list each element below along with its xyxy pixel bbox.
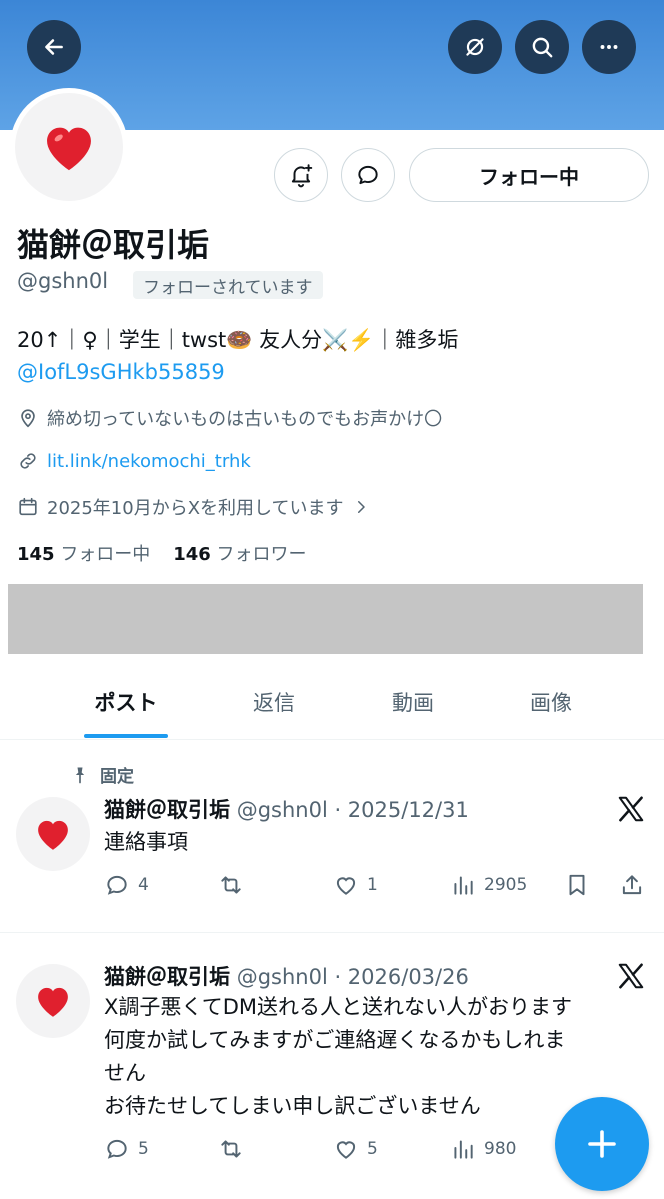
post-text-line: X調子悪くてDM送れる人と送れない人がおります	[104, 995, 573, 1019]
tab-replies[interactable]: 返信	[232, 672, 316, 732]
repost-button[interactable]	[218, 1136, 244, 1162]
followers-label: フォロワー	[216, 544, 307, 565]
notification-button[interactable]	[274, 148, 328, 202]
reply-count: 4	[138, 875, 149, 895]
reply-button[interactable]: 4	[104, 872, 149, 898]
reply-icon	[107, 875, 127, 895]
views-button[interactable]: 2905	[450, 872, 527, 898]
followers-count: 146	[173, 544, 211, 565]
like-button[interactable]: 5	[333, 1136, 378, 1162]
post-text-line: せん	[104, 1061, 146, 1085]
calendar-icon	[19, 497, 37, 516]
bookmark-icon	[569, 874, 585, 896]
more-button[interactable]	[582, 20, 636, 74]
views-chart-icon	[454, 876, 473, 895]
post-avatar[interactable]	[16, 797, 90, 871]
post-meta: @gshn0l · 2026/03/26	[236, 965, 469, 989]
bio-mention-link[interactable]: @IofL9sGHkb55859	[17, 356, 458, 388]
bookmark-button[interactable]	[564, 872, 590, 898]
views-chart-icon	[454, 1140, 473, 1159]
views-button[interactable]: 980	[450, 1136, 516, 1162]
following-label: フォロー中	[60, 544, 151, 565]
location-row: 締め切っていないものは古いものでもお声かけ〇	[17, 405, 442, 431]
like-heart-icon	[336, 1141, 356, 1159]
repost-icon	[221, 1140, 241, 1158]
profile-bio: 20↑｜♀｜学生｜twst🍩 友人分⚔️⚡️｜雑多垢 @IofL9sGHkb55…	[17, 324, 458, 388]
profile-tabs: ポスト 返信 動画 画像	[0, 672, 664, 740]
more-dots-icon	[600, 45, 618, 49]
post-text-line: 何度か試してみますがご連絡遅くなるかもしれま	[104, 1028, 566, 1052]
chat-bubble-icon	[358, 165, 378, 185]
post-text: X調子悪くてDM送れる人と送れない人がおります 何度か試してみますがご連絡遅くな…	[104, 991, 572, 1123]
post-author-name[interactable]: 猫餅＠取引垢	[104, 798, 230, 822]
post-header: 猫餅＠取引垢 @gshn0l · 2026/03/26	[104, 961, 469, 991]
pinned-label: 固定	[70, 762, 134, 787]
post-header: 猫餅＠取引垢 @gshn0l · 2025/12/31	[104, 794, 469, 824]
post-meta: @gshn0l · 2025/12/31	[236, 798, 469, 822]
location-pin-icon	[21, 409, 35, 428]
location-text: 締め切っていないものは古いものでもお声かけ〇	[47, 409, 443, 430]
redacted-block	[8, 584, 643, 654]
grok-icon	[466, 38, 484, 56]
profile-page: フォロー中 猫餅＠取引垢 @gshn0l フォローされています 20↑｜♀｜学生…	[0, 0, 664, 1199]
post-avatar[interactable]	[16, 964, 90, 1038]
x-logo-icon	[618, 796, 644, 822]
tab-posts[interactable]: ポスト	[84, 672, 168, 732]
reply-button[interactable]: 5	[104, 1136, 149, 1162]
like-count: 5	[367, 1139, 378, 1159]
post-text: 連絡事項	[104, 830, 188, 854]
share-icon	[622, 875, 642, 895]
bio-text: 20↑｜♀｜学生｜twst🍩 友人分⚔️⚡️｜雑多垢	[17, 328, 459, 352]
chevron-right-icon	[357, 501, 365, 513]
heart-icon	[38, 820, 68, 850]
link-icon	[20, 453, 36, 469]
following-count: 145	[17, 544, 55, 565]
joined-text: 2025年10月からXを利用しています	[47, 498, 344, 519]
followers-count-link[interactable]: 146 フォロワー	[173, 544, 306, 565]
post-item[interactable]: 固定 猫餅＠取引垢 @gshn0l · 2025/12/31 連絡事項 4 1	[0, 740, 664, 932]
active-tab-indicator	[84, 734, 168, 738]
like-count: 1	[367, 875, 378, 895]
arrow-left-icon	[45, 39, 63, 55]
profile-handle: @gshn0l	[17, 269, 109, 293]
plus-icon	[588, 1130, 616, 1158]
joined-row[interactable]: 2025年10月からXを利用しています	[17, 494, 370, 520]
grok-button[interactable]	[448, 20, 502, 74]
following-count-link[interactable]: 145 フォロー中	[17, 544, 150, 565]
view-count: 2905	[484, 875, 528, 895]
heart-icon	[47, 127, 91, 171]
reply-icon	[107, 1139, 127, 1159]
following-button[interactable]: フォロー中	[409, 148, 649, 202]
pinned-text: 固定	[100, 767, 134, 787]
pin-icon	[75, 767, 85, 783]
profile-url-link[interactable]: lit.link/nekomochi_trhk	[47, 451, 251, 472]
message-button[interactable]	[341, 148, 395, 202]
post-text-line: お待たせしてしまい申し訳ございません	[104, 1094, 481, 1118]
back-button[interactable]	[27, 20, 81, 74]
share-button[interactable]	[619, 872, 645, 898]
search-icon	[532, 37, 553, 58]
view-count: 980	[484, 1139, 517, 1159]
avatar-image	[15, 93, 123, 201]
search-button[interactable]	[515, 20, 569, 74]
profile-avatar[interactable]	[10, 88, 128, 206]
like-button[interactable]: 1	[333, 872, 378, 898]
follows-you-badge: フォローされています	[133, 271, 323, 299]
post-author-name[interactable]: 猫餅＠取引垢	[104, 965, 230, 989]
tab-videos[interactable]: 動画	[371, 672, 455, 732]
follow-counts: 145 フォロー中 146 フォロワー	[17, 540, 307, 566]
heart-icon	[38, 987, 68, 1017]
bell-plus-icon	[291, 164, 313, 188]
repost-button[interactable]	[218, 872, 244, 898]
post-actions: 4 1 2905	[104, 872, 650, 902]
url-row: lit.link/nekomochi_trhk	[17, 450, 251, 472]
compose-post-button[interactable]	[555, 1097, 649, 1191]
repost-icon	[221, 876, 241, 894]
tab-media[interactable]: 画像	[509, 672, 593, 732]
reply-count: 5	[138, 1139, 149, 1159]
profile-name: 猫餅＠取引垢	[17, 226, 210, 264]
x-logo-icon	[618, 963, 644, 989]
like-heart-icon	[336, 877, 356, 895]
